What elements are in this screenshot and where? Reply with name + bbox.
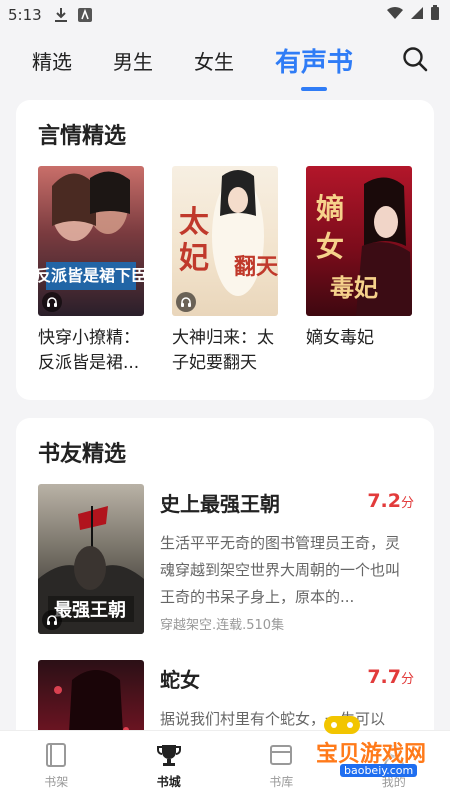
nav-bookstore[interactable]: 书城 [113,731,226,800]
headphones-icon [42,610,62,630]
book-title: 蛇女 [160,668,200,692]
book-card[interactable]: 太 妃 翻天 大神归来：太 子妃要翻天 [172,166,278,376]
svg-text:太: 太 [179,205,210,240]
svg-text:女: 女 [316,230,344,263]
book-score: 7.2分 [367,490,414,512]
book-score: 7.7分 [367,666,414,688]
svg-text:嫡: 嫡 [316,192,344,225]
svg-text:反派皆是裙下臣: 反派皆是裙下臣 [38,266,144,285]
headphones-icon [42,292,62,312]
book-description: 生活平平无奇的图书管理员王奇，灵魂穿越到架空世界大周朝的一个也叫王奇的书呆子身上… [160,534,401,606]
battery-icon [430,5,440,25]
tab-featured[interactable]: 精选 [32,46,72,75]
trophy-icon [154,741,184,769]
profile-icon [379,741,409,769]
section-title: 书友精选 [38,442,127,467]
status-bar: 5:13 [0,0,450,30]
list-item[interactable]: 最强王朝 史上最强王朝 7.2分 生活平平无奇的图书管理员王奇，灵魂穿越到架空世… [38,484,414,644]
book-title: 大神归来：太 子妃要翻天 [172,328,274,373]
tab-female[interactable]: 女生 [194,46,234,75]
library-icon [266,741,296,769]
tab-male[interactable]: 男生 [113,46,153,75]
bottom-nav: 书架 书城 书库 我的 [0,730,450,800]
bookshelf-icon [41,741,71,769]
category-tabs: 精选 男生 女生 有声书 [0,30,450,91]
romance-section: 言情精选 反派皆是裙下臣 快穿小撩精： 反派皆是裙... 太 妃 翻天 大神归来… [16,100,434,400]
book-cover[interactable]: 反派皆是裙下臣 [38,166,144,316]
wifi-icon [386,6,404,24]
app-notification-icon [77,8,92,22]
nav-bookshelf[interactable]: 书架 [0,731,113,800]
book-cover[interactable]: 最强王朝 [38,484,144,634]
book-title: 嫡女毒妃 [306,328,374,348]
nav-profile[interactable]: 我的 [338,731,450,800]
headphones-icon [176,292,196,312]
svg-text:毒妃: 毒妃 [330,274,378,302]
book-card[interactable]: 反派皆是裙下臣 快穿小撩精： 反派皆是裙... [38,166,144,376]
svg-text:妃: 妃 [179,241,209,276]
tab-audiobook[interactable]: 有声书 [275,42,353,91]
book-title: 快穿小撩精： 反派皆是裙... [38,328,140,373]
download-icon [54,7,68,23]
signal-icon [410,6,424,24]
section-title: 言情精选 [38,124,127,149]
svg-text:翻天: 翻天 [234,255,278,280]
search-button[interactable] [398,42,432,76]
svg-text:最强王朝: 最强王朝 [54,599,126,621]
friends-picks-section: 书友精选 最强王朝 史上最强王朝 7.2分 生活平平无奇的图书管理员王奇，灵魂穿… [16,418,434,748]
nav-library[interactable]: 书库 [225,731,338,800]
book-card[interactable]: 嫡 女 毒妃 嫡女毒妃 [306,166,412,376]
book-grid: 反派皆是裙下臣 快穿小撩精： 反派皆是裙... 太 妃 翻天 大神归来：太 子妃… [38,166,412,376]
book-cover[interactable]: 太 妃 翻天 [172,166,278,316]
search-icon [403,47,428,72]
book-title: 史上最强王朝 [160,492,280,516]
status-time: 5:13 [8,6,42,24]
book-meta: 穿越架空.连载.510集 [160,618,285,633]
book-cover[interactable]: 嫡 女 毒妃 [306,166,412,316]
